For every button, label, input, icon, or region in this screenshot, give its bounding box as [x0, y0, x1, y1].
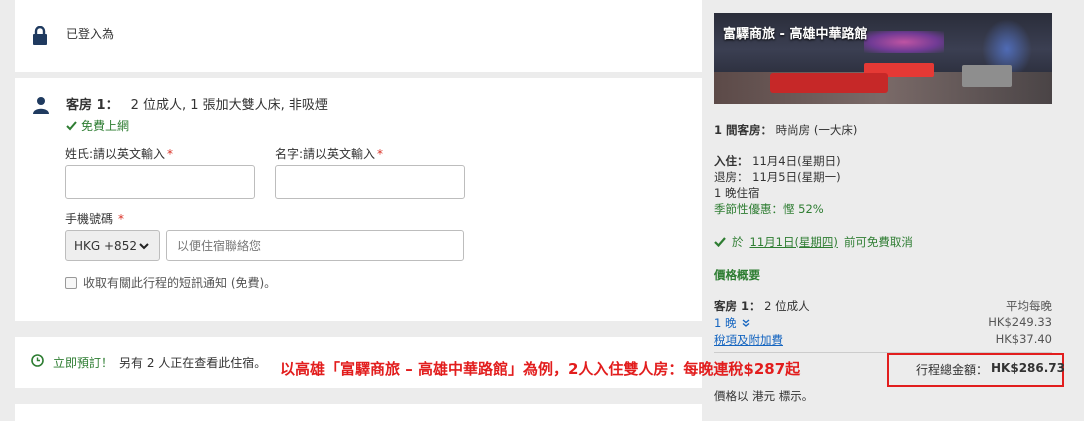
- hotel-name: 富驛商旅 - 高雄中華路館: [723, 27, 868, 42]
- price-room-line: 客房 1： 2 位成人: [714, 298, 810, 314]
- check-icon: [714, 237, 726, 247]
- phone-input[interactable]: [166, 230, 464, 261]
- taxes-fees-link[interactable]: 稅項及附加費: [714, 332, 783, 348]
- cancel-date-link[interactable]: 11月1日(星期四): [750, 234, 838, 250]
- clock-icon: [31, 354, 44, 367]
- phone-country-select[interactable]: HKG +852: [65, 230, 160, 261]
- checkin-line: 入住： 11月4日(星期日): [714, 153, 841, 169]
- chevron-down-icon: [139, 242, 149, 249]
- phone-label: 手機號碼 *: [65, 210, 124, 227]
- check-icon: [66, 120, 77, 130]
- last-name-label-text: 姓氏:請以英文輸入: [65, 147, 166, 161]
- first-name-label-text: 名字:請以英文輸入: [275, 147, 376, 161]
- required-mark: *: [118, 212, 125, 226]
- last-name-input[interactable]: [65, 165, 255, 199]
- price-summary-title-text: 價格概要: [714, 268, 760, 282]
- total-amount: HK$286.73: [991, 361, 1065, 375]
- cancel-prefix: 於: [732, 235, 744, 249]
- room-type: 時尚房 (一大床): [775, 123, 858, 137]
- nights-line: 1 晚住宿: [714, 186, 760, 200]
- required-mark: *: [167, 147, 174, 161]
- sms-optin[interactable]: 收取有關此行程的短訊通知 (免費)。: [65, 274, 276, 291]
- nights-link-label: 1 晚: [714, 316, 737, 330]
- last-name-label: 姓氏:請以英文輸入 *: [65, 145, 173, 162]
- book-now-text: 立即預訂！: [53, 356, 114, 370]
- free-wifi: 免費上網: [66, 117, 129, 134]
- sms-optin-checkbox[interactable]: [65, 276, 77, 289]
- viewing-count-text: 另有 2 人正在查看此住宿。: [119, 356, 267, 370]
- double-chevron-down-icon: [743, 319, 750, 327]
- total-label: 行程總金額：: [916, 363, 989, 377]
- checkout-label: 退房：: [714, 170, 749, 184]
- avg-per-night-label: 平均每晚: [1006, 299, 1052, 313]
- login-status-text: 已登入為: [66, 27, 115, 41]
- room-type-line: 1 間客房： 時尚房 (一大床): [714, 122, 857, 138]
- room-heading-detail: 2 位成人, 1 張加大雙人床, 非吸煙: [130, 98, 328, 113]
- chairs-shape: [962, 65, 1012, 87]
- price-room-label: 客房 1：: [714, 299, 761, 313]
- phone-country-value: HKG +852: [74, 238, 137, 253]
- checkout-line: 退房： 11月5日(星期一): [714, 169, 841, 185]
- first-name-input[interactable]: [275, 165, 465, 199]
- nights-toggle[interactable]: 1 晚: [714, 315, 750, 331]
- room-heading: 客房 1： 2 位成人, 1 張加大雙人床, 非吸煙: [66, 94, 328, 113]
- taxes-amount: HK$37.40: [995, 332, 1052, 346]
- lamp-shape: [864, 31, 944, 53]
- room-details-panel: 客房 1： 2 位成人, 1 張加大雙人床, 非吸煙 免費上網 姓氏:請以英文輸入…: [15, 78, 702, 321]
- urgency-message: 立即預訂！ 另有 2 人正在查看此住宿。: [53, 354, 266, 371]
- next-panel: [15, 404, 702, 421]
- room-count-label: 1 間客房：: [714, 123, 773, 137]
- sms-optin-label: 收取有關此行程的短訊通知 (免費)。: [83, 276, 277, 290]
- checkin-date: 11月4日(星期日): [752, 154, 841, 168]
- required-mark: *: [377, 147, 384, 161]
- login-panel: 已登入為: [15, 0, 702, 72]
- sofa-shape: [770, 73, 888, 93]
- checkin-label: 入住：: [714, 154, 749, 168]
- currency-note: 價格以 港元 標示。: [714, 389, 814, 403]
- checkout-date: 11月5日(星期一): [752, 170, 841, 184]
- free-cancellation: 於 11月1日(星期四) 前可免費取消: [714, 234, 913, 250]
- price-summary-title: 價格概要: [714, 267, 760, 283]
- promo-annotation: 以高雄「富驛商旅 – 高雄中華路館」為例，2人入住雙人房：每晚連稅$287起: [280, 360, 801, 378]
- lock-icon: [33, 26, 47, 45]
- first-name-label: 名字:請以英文輸入 *: [275, 145, 383, 162]
- cancel-suffix: 前可免費取消: [843, 235, 913, 249]
- phone-label-text: 手機號碼: [65, 212, 114, 226]
- hotel-photo: 富驛商旅 - 高雄中華路館: [714, 13, 1052, 104]
- free-wifi-label: 免費上網: [81, 119, 130, 133]
- deal-line: 季節性優惠：慳 52%: [714, 202, 824, 216]
- room-heading-label: 客房 1：: [66, 98, 119, 113]
- price-room-guests: 2 位成人: [764, 299, 810, 313]
- person-icon: [33, 97, 49, 114]
- nightly-amount: HK$249.33: [988, 315, 1052, 329]
